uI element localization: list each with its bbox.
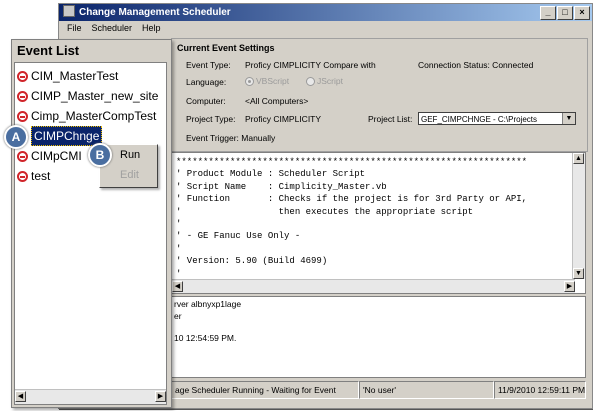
project-list-label: Project List:	[368, 114, 413, 124]
language-label: Language:	[186, 77, 227, 87]
menu-bar: File Scheduler Help	[59, 21, 592, 36]
dropdown-arrow-icon[interactable]: ▼	[562, 113, 575, 124]
event-item-cimp-mastercomptest[interactable]: Cimp_MasterCompTest	[17, 107, 156, 125]
event-status-icon	[17, 170, 28, 182]
scroll-up-icon[interactable]: ▲	[573, 153, 584, 164]
status-datetime: 11/9/2010 12:59:11 PM	[494, 381, 586, 399]
context-menu-run[interactable]: Run	[120, 149, 140, 161]
event-status-icon	[17, 90, 28, 102]
event-item-cim-mastertest[interactable]: CIM_MasterTest	[17, 67, 118, 85]
project-list-value: GEF_CIMPCHNGE - C:\Projects	[421, 115, 538, 124]
event-type-value: Proficy CIMPLICITY Compare with	[245, 60, 376, 70]
event-item-cimp-master-new-site[interactable]: CIMP_Master_new_site	[17, 87, 158, 105]
log-panel: rver albnyxp1lage er 10 12:54:59 PM.	[171, 296, 586, 378]
radio-vbscript[interactable]: VBScript	[245, 76, 289, 87]
event-list-horizontal-scrollbar[interactable]: ◀ ▶	[15, 389, 166, 404]
log-line: rver albnyxp1lage	[174, 299, 242, 309]
project-type-label: Project Type:	[186, 114, 236, 124]
window-title: Change Management Scheduler	[79, 7, 231, 18]
radio-jscript[interactable]: JScript	[306, 76, 343, 87]
connection-status: Connection Status: Connected	[418, 60, 534, 70]
menu-help[interactable]: Help	[142, 21, 161, 36]
callout-badge-b: B	[88, 143, 112, 167]
computer-label: Computer:	[186, 96, 226, 106]
project-list-select[interactable]: GEF_CIMPCHNGE - C:\Projects ▼	[418, 112, 576, 125]
status-user: 'No user'	[359, 381, 494, 399]
menu-scheduler[interactable]: Scheduler	[92, 21, 133, 36]
script-editor[interactable]: ****************************************…	[171, 152, 586, 294]
menu-file[interactable]: File	[67, 21, 82, 36]
event-item-test[interactable]: test	[17, 167, 50, 185]
callout-badge-a: A	[4, 125, 28, 149]
event-status-icon	[17, 150, 28, 162]
scroll-right-icon[interactable]: ▶	[564, 281, 575, 292]
settings-header: Current Event Settings	[177, 43, 275, 53]
context-menu-edit[interactable]: Edit	[120, 169, 139, 181]
close-button[interactable]: ×	[574, 6, 590, 20]
event-list-panel: Event List CIM_MasterTest CIMP_Master_ne…	[11, 39, 172, 408]
event-status-icon	[17, 110, 28, 122]
log-line: 10 12:54:59 PM.	[174, 333, 237, 343]
status-bar: age Scheduler Running - Waiting for Even…	[171, 381, 586, 399]
event-status-icon	[17, 70, 28, 82]
maximize-button[interactable]: □	[557, 6, 573, 20]
scroll-right-icon[interactable]: ▶	[155, 391, 166, 402]
computer-value: <All Computers>	[245, 96, 309, 106]
title-bar[interactable]: Change Management Scheduler _ □ ×	[59, 4, 592, 21]
event-trigger: Event Trigger: Manually	[186, 133, 276, 143]
script-vertical-scrollbar[interactable]: ▲ ▼	[572, 153, 585, 279]
app-icon	[63, 5, 75, 18]
scroll-down-icon[interactable]: ▼	[573, 268, 584, 279]
radio-icon	[306, 77, 315, 87]
event-item-cimpcmi[interactable]: CIMpCMI	[17, 147, 82, 165]
scroll-left-icon[interactable]: ◀	[15, 391, 26, 402]
scroll-left-icon[interactable]: ◀	[172, 281, 183, 292]
status-message: age Scheduler Running - Waiting for Even…	[171, 381, 359, 399]
event-list[interactable]: CIM_MasterTest CIMP_Master_new_site Cimp…	[14, 62, 167, 405]
event-item-cimpchnge[interactable]: CIMPChnge	[17, 126, 103, 146]
log-line: er	[174, 311, 182, 321]
event-list-title: Event List	[17, 43, 80, 58]
minimize-button[interactable]: _	[540, 6, 556, 20]
script-horizontal-scrollbar[interactable]: ◀ ▶	[172, 279, 575, 293]
event-type-label: Event Type:	[186, 60, 231, 70]
script-text[interactable]: ****************************************…	[172, 153, 585, 280]
radio-selected-icon	[245, 77, 254, 87]
event-settings-panel: Current Event Settings Event Type: Profi…	[171, 38, 588, 152]
project-type-value: Proficy CIMPLICITY	[245, 114, 322, 124]
